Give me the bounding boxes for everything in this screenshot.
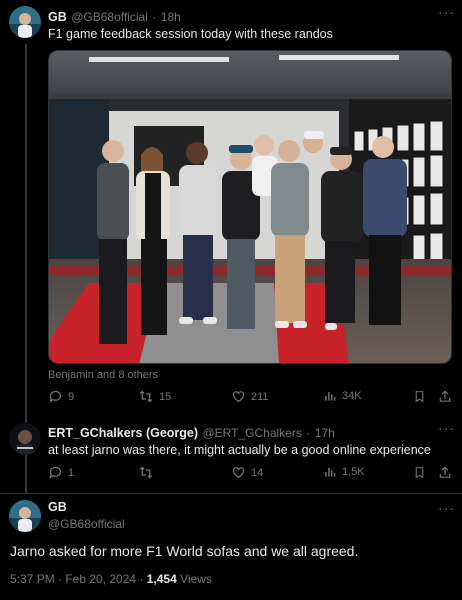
like-count: 14 xyxy=(251,466,264,479)
bookmark-icon xyxy=(415,391,424,403)
tweet-time[interactable]: 18h xyxy=(161,10,181,24)
views-button[interactable]: 34K xyxy=(323,389,362,403)
tweet-photo[interactable] xyxy=(48,50,452,364)
divider xyxy=(0,493,462,494)
retweet-count: 15 xyxy=(159,390,172,403)
author-handle[interactable]: @GB68official xyxy=(48,517,125,531)
like-button[interactable]: 211 xyxy=(231,389,269,404)
reply-author-name[interactable]: ERT_GChalkers (George) xyxy=(48,426,198,440)
main-tweet-text: Jarno asked for more F1 World sofas and … xyxy=(10,543,359,559)
share-icon xyxy=(439,466,451,478)
reply-count: 1 xyxy=(68,466,75,479)
share-button[interactable] xyxy=(438,389,452,404)
like-button[interactable]: 14 xyxy=(231,465,263,480)
views-label: Views xyxy=(176,572,212,586)
views-chart-icon xyxy=(325,467,336,477)
author-avatar[interactable] xyxy=(9,6,41,38)
author-handle[interactable]: @GB68official xyxy=(71,10,148,24)
meta-separator: · xyxy=(152,10,157,24)
view-count: 1,454 xyxy=(146,572,177,586)
retweet-button[interactable] xyxy=(138,465,159,480)
reply-author-avatar[interactable] xyxy=(9,423,41,455)
tweet-text: F1 game feedback session today with thes… xyxy=(48,27,333,41)
retweet-button[interactable]: 15 xyxy=(138,389,171,404)
reply-count: 9 xyxy=(68,390,75,403)
reply-button[interactable]: 9 xyxy=(48,389,74,404)
bookmark-icon xyxy=(415,467,424,479)
tweet-actions: 9 15 211 34K xyxy=(48,389,453,407)
views-count: 34K xyxy=(342,390,362,402)
bookmark-button[interactable] xyxy=(413,389,426,404)
author-avatar[interactable] xyxy=(9,500,41,532)
views-chart-icon xyxy=(325,391,336,401)
reply-time[interactable]: 17h xyxy=(315,426,335,440)
like-count: 211 xyxy=(251,390,269,403)
reply-button[interactable]: 1 xyxy=(48,465,74,480)
views-count: 1.5K xyxy=(342,466,365,478)
meta-separator: · xyxy=(306,426,311,440)
bookmark-button[interactable] xyxy=(413,465,426,480)
reply-text: at least jarno was there, it might actua… xyxy=(48,443,431,457)
tweet-timestamp[interactable]: 5:37 PM · Feb 20, 2024 · xyxy=(10,572,147,586)
tagged-people[interactable]: Benjamin and 8 others xyxy=(48,369,158,381)
views-button[interactable]: 1.5K xyxy=(323,465,365,479)
group-photo-illustration xyxy=(49,51,451,363)
retweet-icon xyxy=(139,390,153,403)
reply-icon xyxy=(49,390,62,403)
retweet-icon xyxy=(139,466,153,479)
more-options-icon[interactable]: ··· xyxy=(438,500,455,516)
share-icon xyxy=(439,390,451,402)
reply-icon xyxy=(49,466,62,479)
author-name[interactable]: GB xyxy=(48,10,67,24)
reply-actions: 1 14 1.5K xyxy=(48,465,453,483)
more-options-icon[interactable]: ··· xyxy=(438,4,455,20)
heart-icon xyxy=(232,467,245,479)
share-button[interactable] xyxy=(438,465,452,480)
more-options-icon[interactable]: ··· xyxy=(438,420,455,436)
reply-author-handle[interactable]: @ERT_GChalkers xyxy=(203,426,302,440)
heart-icon xyxy=(232,391,245,403)
author-name[interactable]: GB xyxy=(48,500,67,514)
